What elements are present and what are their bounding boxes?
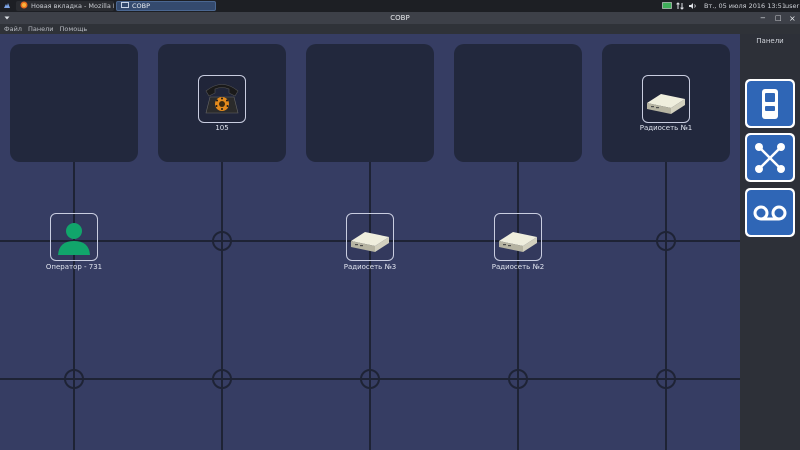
window-title: СОВР: [390, 14, 410, 22]
window-titlebar: СОВР − □ ×: [0, 12, 800, 24]
node-phone-105[interactable]: [198, 75, 246, 123]
voicemail-icon: [753, 205, 787, 220]
maximize-button[interactable]: □: [775, 12, 782, 24]
node-label: Радиосеть №3: [343, 263, 397, 271]
taskbar: Новая вкладка - Mozilla Fi... СОВР Вт., …: [0, 0, 800, 12]
menubar: Файл Панели Помощь: [0, 24, 800, 34]
node-operator-731[interactable]: [50, 213, 98, 261]
firefox-icon: [20, 1, 28, 11]
workspace[interactable]: 105 Радиосеть №1 Оператор - 731 Радиосет…: [0, 34, 740, 450]
device-icon: [762, 88, 778, 119]
menu-panels[interactable]: Панели: [28, 25, 54, 33]
radio-device-icon: [647, 94, 685, 114]
clock[interactable]: Вт., 05 июля 2016 13:51: [704, 0, 786, 12]
node-label: Радиосеть №1: [639, 124, 693, 132]
menu-file[interactable]: Файл: [4, 25, 22, 33]
node-radio-1[interactable]: [642, 75, 690, 123]
radio-device-icon: [351, 232, 389, 252]
taskbar-item-sovr[interactable]: СОВР: [116, 1, 216, 11]
network-icon: [755, 142, 785, 173]
minimize-button[interactable]: −: [760, 12, 766, 24]
side-panel: Панели: [740, 34, 800, 450]
taskbar-item-label: СОВР: [132, 2, 151, 10]
node-label: Оператор - 731: [45, 263, 103, 271]
phone-icon: [205, 84, 239, 114]
network-status-icon[interactable]: [662, 0, 672, 12]
side-panel-title: Панели: [756, 37, 784, 45]
side-button-network[interactable]: [745, 133, 795, 182]
radio-device-icon: [499, 232, 537, 252]
close-button[interactable]: ×: [789, 12, 796, 24]
operator-icon: [58, 223, 90, 255]
node-radio-2[interactable]: [494, 213, 542, 261]
taskbar-item-label: Новая вкладка - Mozilla Fi...: [31, 2, 114, 10]
panel-slot-3[interactable]: [306, 44, 434, 162]
start-menu-icon[interactable]: [3, 0, 11, 12]
volume-icon[interactable]: [688, 0, 698, 12]
panel-slot-4[interactable]: [454, 44, 582, 162]
node-radio-3[interactable]: [346, 213, 394, 261]
taskbar-item-firefox[interactable]: Новая вкладка - Mozilla Fi...: [16, 1, 114, 11]
panel-slot-1[interactable]: [10, 44, 138, 162]
node-label: Радиосеть №2: [491, 263, 545, 271]
window-icon: [121, 2, 129, 10]
node-label: 105: [215, 124, 229, 132]
user-name[interactable]: user: [785, 0, 799, 12]
transfer-icon[interactable]: [676, 0, 684, 12]
menu-help[interactable]: Помощь: [59, 25, 87, 33]
side-button-devices[interactable]: [745, 79, 795, 128]
side-button-voicemail[interactable]: [745, 188, 795, 237]
